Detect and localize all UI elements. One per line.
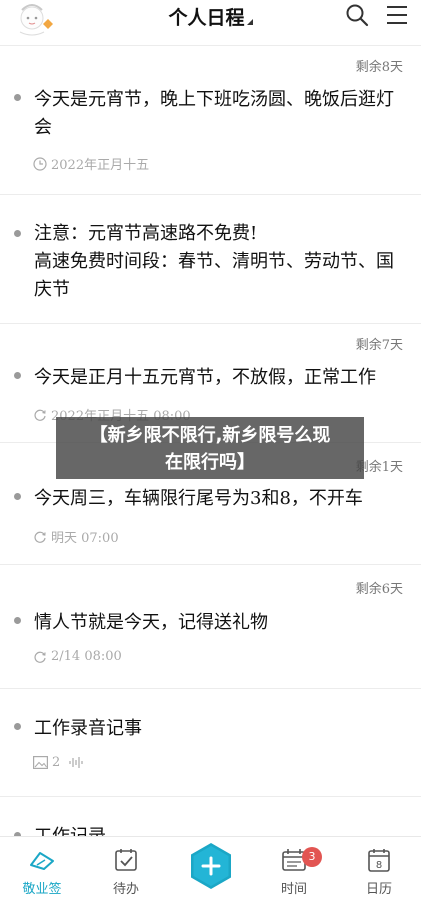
item-meta-text: 2022年正月十五	[51, 158, 150, 173]
menu-icon[interactable]	[385, 3, 409, 27]
remaining-days-label: 剩余6天	[355, 582, 403, 597]
item-text: 今天周三，车辆限行尾号为3和8，不开车	[34, 488, 363, 509]
page-title-text: 个人日程	[168, 7, 245, 29]
audio-wave-icon	[69, 757, 83, 768]
nav-item-time[interactable]: 3 时间	[252, 837, 336, 897]
repeat-alarm-icon	[34, 651, 46, 663]
item-meta-text: 明天 07:00	[51, 531, 119, 546]
app-header: 个人日程	[0, 0, 421, 46]
bullet-icon	[14, 372, 21, 379]
dropdown-caret-icon	[246, 19, 253, 25]
nav-label: 待办	[112, 882, 139, 897]
nav-label: 日历	[365, 882, 392, 897]
add-button[interactable]	[189, 842, 233, 890]
repeat-alarm-icon	[34, 409, 46, 421]
nav-item-memo[interactable]: 敬业签	[0, 837, 84, 897]
nav-label: 敬业签	[22, 882, 62, 897]
bullet-icon	[14, 617, 21, 624]
item-meta: 2/14 08:00	[33, 649, 122, 664]
calendar-icon: 8	[368, 849, 390, 872]
search-icon[interactable]	[345, 3, 369, 27]
list-item[interactable]: 剩余6天 情人节就是今天，记得送礼物 2/14 08:00	[0, 565, 421, 689]
bullet-icon	[14, 94, 21, 101]
remaining-days-label: 剩余8天	[355, 60, 403, 75]
item-text: 工作录音记事	[34, 718, 142, 739]
list-item[interactable]: 剩余8天 今天是元宵节，晚上下班吃汤圆、晚饭后逛灯会 2022年正月十五	[0, 46, 421, 195]
item-meta: 2	[33, 755, 84, 770]
item-text: 今天是正月十五元宵节，不放假，正常工作	[34, 367, 376, 388]
image-icon	[33, 756, 48, 769]
repeat-alarm-icon	[34, 531, 46, 543]
overlay-banner: 【新乡限不限行,新乡限号么现 在限行吗】	[56, 417, 364, 479]
remaining-days-label: 剩余7天	[355, 338, 403, 353]
bullet-icon	[14, 493, 21, 500]
bullet-icon	[14, 230, 21, 237]
memo-logo-icon	[30, 852, 54, 870]
item-text: 情人节就是今天，记得送礼物	[34, 612, 268, 633]
bullet-icon	[14, 723, 21, 730]
nav-label: 时间	[280, 882, 307, 897]
svg-text:8: 8	[376, 860, 382, 871]
list-item[interactable]: 注意：元宵节高速路不免费! 高速免费时间段：春节、清明节、劳动节、国庆节	[0, 195, 421, 324]
banner-line-1: 【新乡限不限行,新乡限号么现	[89, 425, 331, 446]
item-text: 今天是元宵节，晚上下班吃汤圆、晚饭后逛灯会	[34, 89, 394, 138]
notification-badge: 3	[302, 847, 322, 867]
todo-check-icon	[115, 849, 137, 871]
item-meta: 2022年正月十五	[33, 154, 149, 173]
list-item[interactable]: 工作记录	[0, 797, 421, 836]
banner-line-2: 在限行吗】	[165, 452, 255, 473]
item-meta-text: 2	[52, 755, 61, 770]
item-text: 工作记录	[34, 823, 403, 836]
nav-item-calendar[interactable]: 8 日历	[337, 837, 421, 897]
clock-icon	[33, 156, 47, 171]
list-item[interactable]: 工作录音记事 2	[0, 689, 421, 797]
item-meta-text: 2/14 08:00	[51, 649, 122, 664]
item-text: 注意：元宵节高速路不免费! 高速免费时间段：春节、清明节、劳动节、国庆节	[34, 223, 394, 300]
item-meta: 明天 07:00	[33, 527, 119, 546]
nav-item-todo[interactable]: 待办	[84, 837, 168, 897]
